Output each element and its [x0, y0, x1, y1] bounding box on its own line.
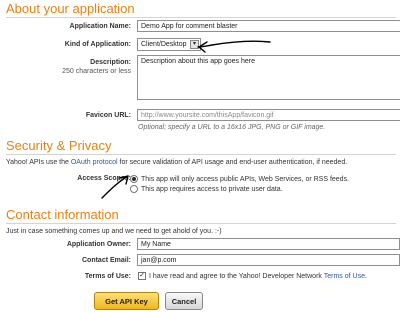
email-input[interactable]: jan@p.com [137, 254, 400, 266]
kind-label: Kind of Application: [64, 41, 131, 48]
radio-selected-dot [132, 177, 136, 181]
security-intro-before: Yahoo! APIs use the [6, 159, 71, 166]
security-intro: Yahoo! APIs use the OAuth protocol for s… [6, 158, 347, 167]
section-heading-about: About your application [6, 1, 135, 16]
favicon-url-input[interactable]: http://www.yoursite.com/thisApp/favicon.… [137, 109, 400, 121]
security-intro-after: for secure validation of API usage and e… [117, 159, 348, 166]
description-hint: 250 characters or less [62, 68, 131, 75]
terms-label: Terms of Use: [84, 273, 131, 280]
favicon-label: Favicon URL: [85, 112, 131, 119]
owner-label: Application Owner: [66, 241, 131, 248]
email-label: Contact Email: [81, 257, 131, 264]
section-heading-contact: Contact information [6, 207, 119, 222]
contact-intro: Just in case something comes up and we n… [6, 228, 222, 235]
private-access-option-label[interactable]: This app requires access to private user… [141, 185, 283, 194]
app-name-label: Application Name: [69, 23, 131, 30]
arrow-annotation [101, 175, 129, 199]
terms-text-before: I have read and agree to the Yahoo! Deve… [149, 273, 324, 280]
terms-text: I have read and agree to the Yahoo! Deve… [149, 272, 367, 281]
favicon-note: Optional; specify a URL to a 16x16 JPG, … [138, 124, 326, 131]
app-name-input[interactable]: Demo App for comment blaster [137, 20, 400, 32]
terms-checkbox[interactable]: ✓ [138, 272, 146, 280]
owner-input[interactable]: My Name [137, 238, 400, 250]
arrow-annotation [197, 40, 271, 53]
divider [6, 223, 396, 224]
divider [6, 154, 396, 155]
section-heading-security: Security & Privacy [6, 138, 112, 153]
oauth-protocol-link[interactable]: OAuth protocol [71, 159, 118, 166]
description-textarea[interactable]: Description about this app goes here [137, 55, 400, 100]
terms-of-use-link[interactable]: Terms of Use [324, 273, 365, 280]
divider [6, 17, 396, 18]
get-api-key-button[interactable]: Get API Key [94, 292, 159, 310]
public-access-option-label[interactable]: This app will only access public APIs, W… [141, 175, 349, 184]
terms-text-after: . [364, 273, 367, 280]
cancel-button[interactable]: Cancel [165, 292, 203, 310]
kind-select-value: Client/Desktop [141, 41, 187, 48]
